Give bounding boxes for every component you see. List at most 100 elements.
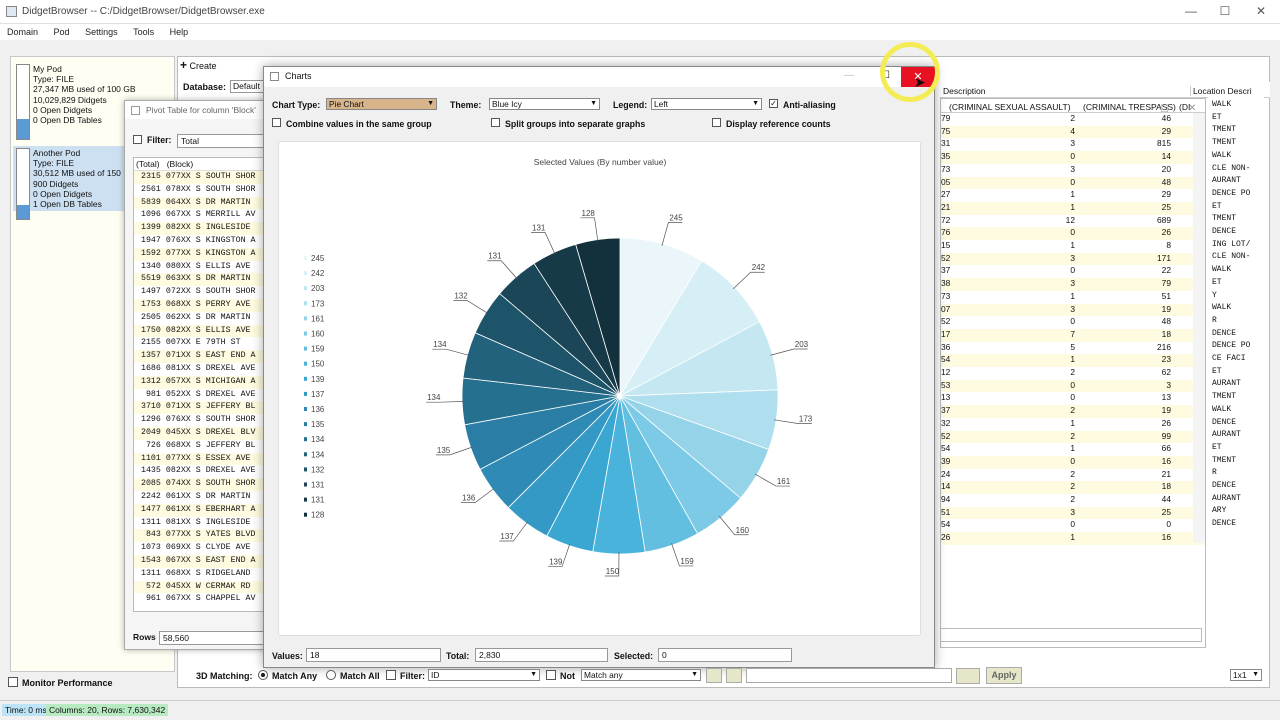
table-cell: 19 xyxy=(1161,405,1171,416)
pivot-count: 843 xyxy=(136,530,161,540)
table-row[interactable]: 52 2 99 xyxy=(941,430,1205,444)
pivot-block: 068XX S PERRY AVE xyxy=(160,299,251,309)
legend-item: 161 xyxy=(311,314,325,323)
table-row[interactable]: 13 0 13 xyxy=(941,392,1205,405)
table-row[interactable]: 07 3 19 xyxy=(941,303,1205,317)
table-row[interactable]: 54 0 0 xyxy=(941,519,1205,532)
table-row[interactable]: 27 1 29 xyxy=(941,189,1205,202)
table-row[interactable]: 52 0 48 xyxy=(941,316,1205,329)
pivot-block: 071XX S EAST END A xyxy=(160,351,256,361)
close-icon[interactable]: ✕ xyxy=(1188,103,1196,114)
filter-checkbox[interactable] xyxy=(386,670,396,680)
table-row[interactable]: 73 1 51 xyxy=(941,291,1205,304)
table-row[interactable]: 05 0 48 xyxy=(941,176,1205,190)
table-row[interactable]: 35 0 14 xyxy=(941,151,1205,164)
table-row[interactable]: 37 2 19 xyxy=(941,405,1205,418)
column-header-total[interactable]: (Total) xyxy=(136,159,160,169)
table-cell: 52 xyxy=(941,316,951,327)
table-cell: DENCE xyxy=(1212,417,1237,427)
legend-select[interactable]: Left ▼ xyxy=(651,98,762,110)
table-row[interactable]: 21 1 25 xyxy=(941,201,1205,215)
column-header-block[interactable]: (Block) xyxy=(167,159,193,169)
pivot-count: 1340 xyxy=(136,261,161,271)
table-row[interactable]: 75 4 29 xyxy=(941,125,1205,139)
slice-label: 134 xyxy=(427,393,441,402)
table-cell: R xyxy=(1212,468,1217,478)
table-row[interactable]: 14 2 18 xyxy=(941,481,1205,495)
menu-tools[interactable]: Tools xyxy=(133,27,154,37)
not-checkbox[interactable] xyxy=(546,670,556,680)
pivot-count: 2085 xyxy=(136,479,161,489)
table-row[interactable]: 15 1 8 xyxy=(941,240,1205,253)
table-cell: 38 xyxy=(941,278,951,289)
filter-select[interactable]: ID ▼ xyxy=(428,669,540,681)
maximize-icon[interactable]: ☐ xyxy=(881,70,890,81)
database-select[interactable]: Default xyxy=(230,80,266,93)
minimize-icon[interactable]: — xyxy=(844,70,854,81)
calculator-icon[interactable] xyxy=(956,668,980,684)
pivot-count: 1311 xyxy=(136,568,161,578)
match-any-radio[interactable] xyxy=(258,670,268,680)
grid-filter-input[interactable] xyxy=(940,628,1202,642)
chart-type-select[interactable]: Pie Chart ▼ xyxy=(326,98,437,110)
match-select[interactable]: Match any ▼ xyxy=(581,669,701,681)
apply-button[interactable]: Apply xyxy=(986,667,1022,684)
table-row[interactable]: 32 1 26 xyxy=(941,418,1205,431)
table-cell: 52 xyxy=(941,252,951,263)
anti-aliasing-checkbox[interactable]: ✓ xyxy=(769,99,778,108)
close-icon[interactable]: ✕ xyxy=(1246,4,1276,20)
table-row[interactable]: 37 0 22 xyxy=(941,265,1205,278)
theme-select[interactable]: Blue Icy ▼ xyxy=(489,98,600,110)
pivot-block: 076XX S SOUTH SHOR xyxy=(160,415,256,425)
split-groups-checkbox[interactable] xyxy=(491,118,500,127)
match-all-radio[interactable] xyxy=(326,670,336,680)
table-row[interactable]: 12 2 62 xyxy=(941,367,1205,380)
edit-icon-2[interactable] xyxy=(726,668,742,683)
value-input[interactable] xyxy=(746,668,952,683)
table-row[interactable]: 38 3 79 xyxy=(941,278,1205,291)
pivot-title: Pivot Table for column 'Block' xyxy=(146,105,256,115)
restore-icon[interactable]: ☐ xyxy=(1160,104,1169,115)
table-row[interactable]: 72 12 689 xyxy=(941,215,1205,228)
create-button[interactable]: + Create xyxy=(180,58,229,72)
monitor-performance-checkbox[interactable] xyxy=(8,677,18,687)
menu-domain[interactable]: Domain xyxy=(7,27,38,37)
reference-counts-checkbox[interactable] xyxy=(712,118,721,127)
status-bar: Time: 0 ms Columns: 20, Rows: 7,630,342 xyxy=(0,700,1280,720)
table-row[interactable]: 31 3 815 xyxy=(941,138,1205,151)
menu-settings[interactable]: Settings xyxy=(85,27,118,37)
column-header-description[interactable]: Description xyxy=(943,86,986,96)
edit-icon[interactable] xyxy=(706,668,722,683)
column-header-criminal-sexual-assault[interactable]: (CRIMINAL SEXUAL ASSAULT) xyxy=(949,102,1071,112)
table-cell: 24 xyxy=(941,468,951,479)
data-grid-body: 79 2 46 75 4 29 31 3 815 35 0 14 73 3 20 05 0 48 27 1 29 21 1 2… xyxy=(941,113,1205,545)
table-row[interactable]: 36 5 216 xyxy=(941,342,1205,355)
dropdown-arrow-icon: ▼ xyxy=(691,671,698,678)
table-row[interactable]: 54 1 23 xyxy=(941,354,1205,368)
plus-icon: + xyxy=(180,58,188,72)
table-cell: DENCE PO xyxy=(1212,188,1251,198)
table-row[interactable]: 52 3 171 xyxy=(941,252,1205,266)
table-row[interactable]: 53 0 3 xyxy=(941,379,1205,393)
table-row[interactable]: 73 3 20 xyxy=(941,164,1205,177)
column-header-location[interactable]: Location Descri xyxy=(1190,86,1252,96)
pivot-block: 052XX S DREXEL AVE xyxy=(160,389,256,399)
minimize-icon[interactable]: — xyxy=(1176,4,1206,20)
table-row[interactable]: 17 7 18 xyxy=(941,328,1205,342)
zoom-select[interactable]: 1x1 ▼ xyxy=(1230,669,1262,681)
table-row[interactable]: 39 0 16 xyxy=(941,455,1205,469)
filter-checkbox[interactable] xyxy=(133,135,142,144)
pivot-block: 007XX E 79TH ST xyxy=(160,338,241,348)
grid-scrollbar[interactable] xyxy=(1193,113,1205,543)
table-row[interactable]: 26 1 16 xyxy=(941,532,1205,545)
legend-swatch xyxy=(304,497,307,502)
menu-pod[interactable]: Pod xyxy=(54,27,70,37)
maximize-icon[interactable]: ☐ xyxy=(1210,4,1240,20)
table-row[interactable]: 24 2 21 xyxy=(941,468,1205,482)
table-row[interactable]: 94 2 44 xyxy=(941,494,1205,507)
table-row[interactable]: 76 0 26 xyxy=(941,227,1205,241)
table-row[interactable]: 51 3 25 xyxy=(941,506,1205,520)
menu-help[interactable]: Help xyxy=(170,27,189,37)
table-row[interactable]: 54 1 66 xyxy=(941,443,1205,456)
combine-values-checkbox[interactable] xyxy=(272,118,281,127)
